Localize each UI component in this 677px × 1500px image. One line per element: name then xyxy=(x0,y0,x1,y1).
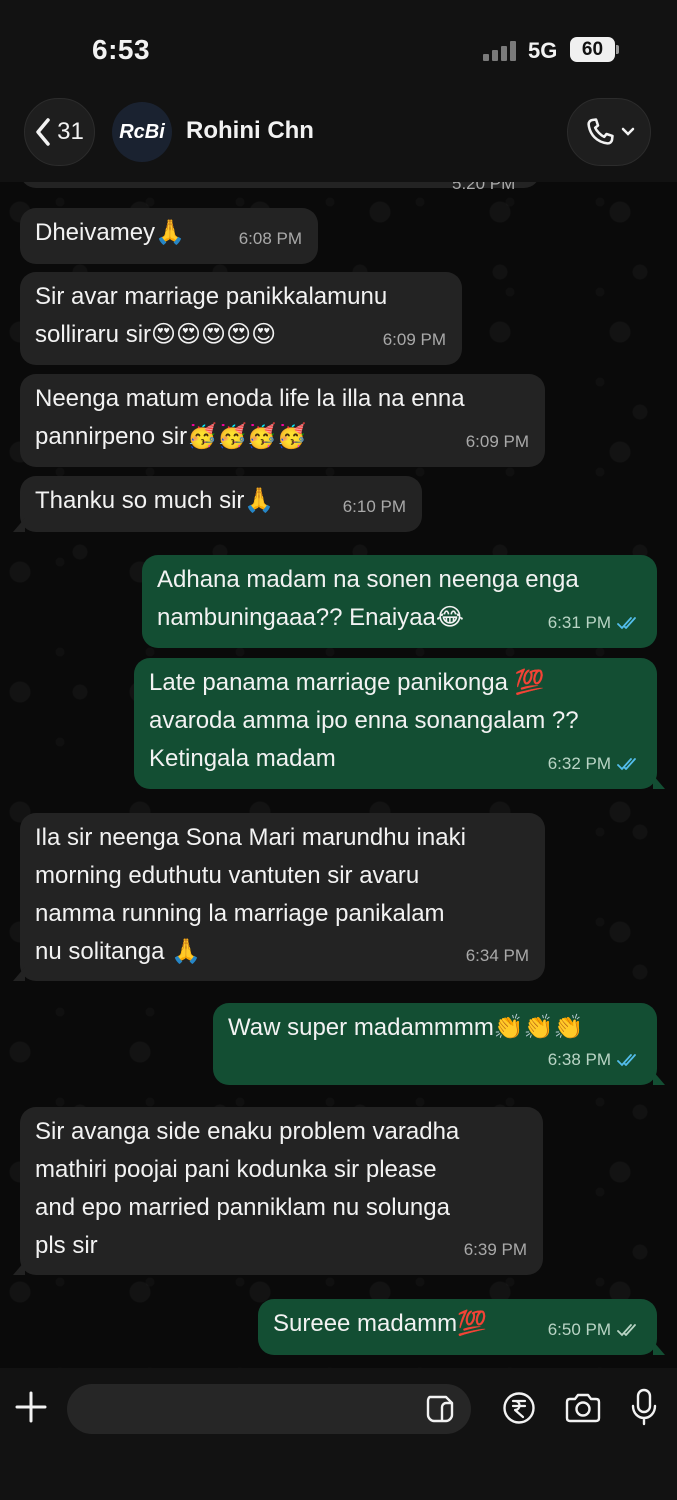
read-ticks-icon xyxy=(617,758,636,771)
message-text: Sir avanga side enaku problem varadha ma… xyxy=(35,1118,460,1259)
message-time: 6:50 PM xyxy=(547,1320,611,1339)
read-ticks-icon xyxy=(617,617,636,630)
bubble-tail xyxy=(13,518,25,532)
incoming-message[interactable]: Sir avar marriage panikkalamunu sollirar… xyxy=(20,272,462,365)
rupee-icon[interactable] xyxy=(502,1391,536,1425)
back-button[interactable]: 31 xyxy=(24,98,95,166)
outgoing-message[interactable]: Sureee madamm💯 6:50 PM xyxy=(258,1299,665,1355)
message-time: 6:38 PM xyxy=(547,1050,611,1069)
network-type: 5G xyxy=(528,38,558,63)
status-time: 6:53 xyxy=(92,34,151,65)
message-time: 6:09 PM xyxy=(382,330,446,349)
call-button[interactable] xyxy=(567,98,651,166)
incoming-message[interactable]: Neenga matum enoda life la illa na enna … xyxy=(20,374,545,467)
camera-icon[interactable] xyxy=(564,1393,602,1423)
message-time: 6:31 PM xyxy=(547,613,611,632)
bubble-tail xyxy=(13,967,25,981)
input-bar xyxy=(0,1368,677,1500)
read-ticks-icon xyxy=(617,1054,636,1067)
message-input[interactable] xyxy=(67,1384,471,1434)
chat-header: 31 RcBi Rohini Chn xyxy=(0,95,677,182)
avatar[interactable]: RcBi xyxy=(112,102,172,162)
chevron-down-icon xyxy=(621,127,635,136)
message-time: 6:32 PM xyxy=(547,754,611,773)
plus-icon[interactable] xyxy=(14,1390,48,1424)
sticker-icon[interactable] xyxy=(424,1393,456,1425)
message-list[interactable]: 5:20 PM Dheivamey🙏 6:08 PM Sir avar marr… xyxy=(0,182,677,1368)
message-text: Ila sir neenga Sona Mari marundhu inaki … xyxy=(35,824,466,965)
outgoing-message[interactable]: Waw super madammmm👏👏👏 6:38 PM xyxy=(213,1003,665,1085)
incoming-message[interactable]: Sir avanga side enaku problem varadha ma… xyxy=(13,1107,543,1275)
back-chevron-icon xyxy=(36,118,50,146)
incoming-message[interactable]: Ila sir neenga Sona Mari marundhu inaki … xyxy=(13,813,545,981)
outgoing-message[interactable]: Late panama marriage panikonga 💯 avaroda… xyxy=(134,658,665,789)
message-time: 6:09 PM xyxy=(465,432,529,451)
bubble-tail xyxy=(13,1261,25,1275)
incoming-message[interactable]: Dheivamey🙏 6:08 PM xyxy=(20,208,318,264)
signal-icon xyxy=(483,41,516,61)
contact-name[interactable]: Rohini Chn xyxy=(186,117,314,145)
message-time: 6:39 PM xyxy=(463,1240,527,1259)
mic-icon[interactable] xyxy=(631,1388,657,1426)
delivered-ticks-icon xyxy=(617,1324,636,1337)
message-time: 6:08 PM xyxy=(238,229,302,248)
bubble-tail xyxy=(653,1341,665,1355)
battery-tip xyxy=(616,45,619,54)
incoming-message[interactable]: Thanku so much sir🙏 6:10 PM xyxy=(13,476,422,532)
outgoing-message[interactable]: Adhana madam na sonen neenga enga nambun… xyxy=(142,555,657,648)
call-icon xyxy=(587,118,614,145)
unread-count: 31 xyxy=(57,118,84,145)
message-text: Neenga matum enoda life la illa na enna … xyxy=(35,385,465,450)
bubble-tail xyxy=(653,1071,665,1085)
message-time: 6:10 PM xyxy=(342,497,406,516)
battery-icon: 60 xyxy=(570,37,615,62)
message-time: 5:20 PM xyxy=(452,182,516,193)
bubble-tail xyxy=(653,775,665,789)
status-bar: 6:53 5G 60 xyxy=(0,0,677,95)
message-time: 6:34 PM xyxy=(465,946,529,965)
